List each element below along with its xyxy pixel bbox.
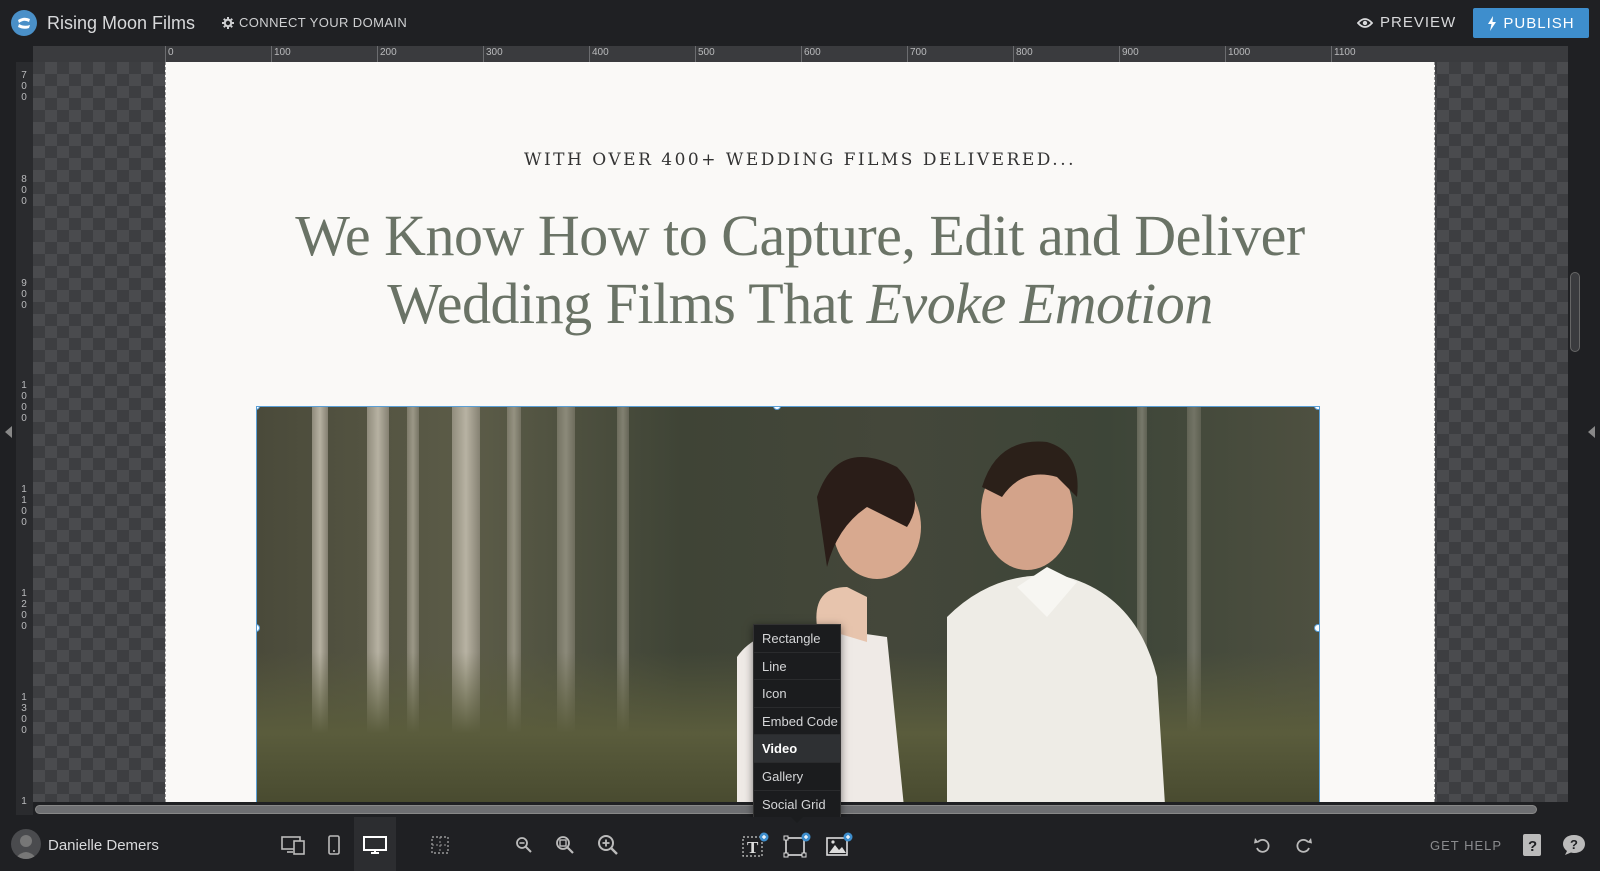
- ruler-label: 400: [592, 47, 609, 58]
- redo-icon: [1296, 838, 1312, 853]
- svg-text:T: T: [747, 838, 759, 857]
- ruler-label: 1100: [1334, 47, 1356, 58]
- menu-item-video[interactable]: Video: [754, 735, 840, 763]
- svg-text:?: ?: [1570, 837, 1578, 852]
- ruler-label: 1300: [21, 692, 27, 736]
- add-image-button[interactable]: [824, 830, 854, 860]
- collapse-right-panel-icon[interactable]: [1588, 426, 1595, 438]
- ruler-label: 0: [168, 47, 174, 58]
- ruler-label: 200: [380, 47, 397, 58]
- zoom-in-button[interactable]: [594, 830, 622, 860]
- ruler-label: 700: [910, 47, 927, 58]
- ruler-label: 1100: [21, 484, 27, 528]
- undo-icon: [1254, 838, 1270, 853]
- eye-icon: [1357, 17, 1373, 28]
- menu-item-rectangle[interactable]: Rectangle: [754, 625, 840, 653]
- svg-text:?: ?: [1528, 838, 1537, 855]
- ruler-label: 800: [1016, 47, 1033, 58]
- app-logo-icon[interactable]: [11, 10, 37, 36]
- menu-item-icon[interactable]: Icon: [754, 680, 840, 708]
- headline-plain: Wedding Films That: [387, 271, 867, 336]
- ruler-label: 700: [21, 70, 27, 103]
- vertical-scrollbar[interactable]: [1570, 272, 1580, 352]
- lightning-icon: [1488, 15, 1497, 31]
- eyebrow-text[interactable]: WITH OVER 400+ WEDDING FILMS DELIVERED..…: [166, 150, 1434, 170]
- zoom-out-icon: [516, 837, 532, 853]
- chat-help-icon: ?: [1563, 835, 1585, 855]
- ruler-label: 800: [21, 174, 27, 207]
- desktop-icon: [363, 836, 387, 854]
- ruler-label: 900: [21, 278, 27, 311]
- add-text-button[interactable]: T: [740, 830, 770, 860]
- help-chat-button[interactable]: ?: [1561, 830, 1587, 860]
- zoom-out-button[interactable]: [512, 830, 536, 860]
- photo-groom: [947, 441, 1165, 802]
- add-text-icon: T: [742, 832, 769, 857]
- ruler-label: 600: [804, 47, 821, 58]
- menu-item-social-grid[interactable]: Social Grid: [754, 791, 840, 819]
- menu-item-embed-code[interactable]: Embed Code: [754, 708, 840, 736]
- headline-text[interactable]: We Know How to Capture, Edit and Deliver…: [166, 202, 1434, 338]
- zoom-fit-icon: [556, 836, 574, 854]
- headline-line-2: Wedding Films That Evoke Emotion: [166, 270, 1434, 338]
- resize-handle-top[interactable]: [773, 407, 781, 410]
- avatar[interactable]: [11, 829, 41, 859]
- top-bar: Rising Moon Films CONNECT YOUR DOMAIN PR…: [0, 0, 1600, 46]
- publish-button[interactable]: PUBLISH: [1473, 8, 1589, 38]
- ruler-label: 500: [698, 47, 715, 58]
- connect-domain-label: CONNECT YOUR DOMAIN: [239, 15, 408, 30]
- resize-handle-left[interactable]: [257, 624, 260, 632]
- ruler-label: 1000: [1228, 47, 1251, 58]
- desktop-tablet-icon: [281, 836, 305, 855]
- zoom-fit-button[interactable]: [552, 830, 578, 860]
- help-docs-button[interactable]: ?: [1519, 830, 1545, 860]
- help-book-icon: ?: [1523, 834, 1541, 856]
- add-shape-icon: [783, 832, 811, 858]
- headline-line-1: We Know How to Capture, Edit and Deliver: [295, 203, 1305, 268]
- ruler-label: 300: [486, 47, 503, 58]
- menu-caret: [791, 817, 803, 823]
- mobile-view-button[interactable]: [322, 830, 346, 860]
- undo-button[interactable]: [1250, 830, 1274, 860]
- preview-label: PREVIEW: [1380, 14, 1457, 31]
- zoom-in-icon: [598, 835, 618, 855]
- desktop-view-button[interactable]: [360, 830, 390, 860]
- preview-button[interactable]: PREVIEW: [1357, 14, 1456, 31]
- tablet-landscape-view-button[interactable]: [278, 830, 308, 860]
- publish-label: PUBLISH: [1503, 14, 1575, 32]
- resize-handle-top-left[interactable]: [257, 407, 260, 410]
- ruler-label: 1000: [21, 380, 27, 424]
- ruler-label: 1200: [21, 588, 27, 632]
- menu-item-gallery[interactable]: Gallery: [754, 763, 840, 791]
- redo-button[interactable]: [1292, 830, 1316, 860]
- ruler-label: 1: [21, 796, 27, 807]
- get-help-link[interactable]: GET HELP: [1430, 838, 1502, 853]
- ruler-label: 900: [1122, 47, 1139, 58]
- horizontal-ruler: 0 100 200 300 400 500 600 700 800 900 10…: [33, 46, 1568, 62]
- ruler-label: 100: [274, 47, 291, 58]
- username[interactable]: Danielle Demers: [48, 837, 159, 854]
- vertical-ruler: 700 800 900 1000 1100 1200 1300 1: [16, 62, 33, 815]
- grid-icon: [431, 836, 449, 854]
- add-shape-button[interactable]: [782, 830, 812, 860]
- resize-handle-top-right[interactable]: [1314, 407, 1319, 410]
- menu-item-line[interactable]: Line: [754, 653, 840, 681]
- connect-domain-link[interactable]: CONNECT YOUR DOMAIN: [222, 15, 407, 30]
- add-element-menu: Rectangle Line Icon Embed Code Video Gal…: [753, 624, 841, 820]
- site-name[interactable]: Rising Moon Films: [47, 13, 195, 34]
- mobile-icon: [328, 835, 340, 855]
- add-image-icon: [826, 832, 853, 856]
- collapse-left-panel-icon[interactable]: [5, 426, 12, 438]
- grid-toggle-button[interactable]: [426, 830, 454, 860]
- headline-italic: Evoke Emotion: [866, 271, 1214, 336]
- gear-icon: [222, 16, 234, 29]
- resize-handle-right[interactable]: [1314, 624, 1319, 632]
